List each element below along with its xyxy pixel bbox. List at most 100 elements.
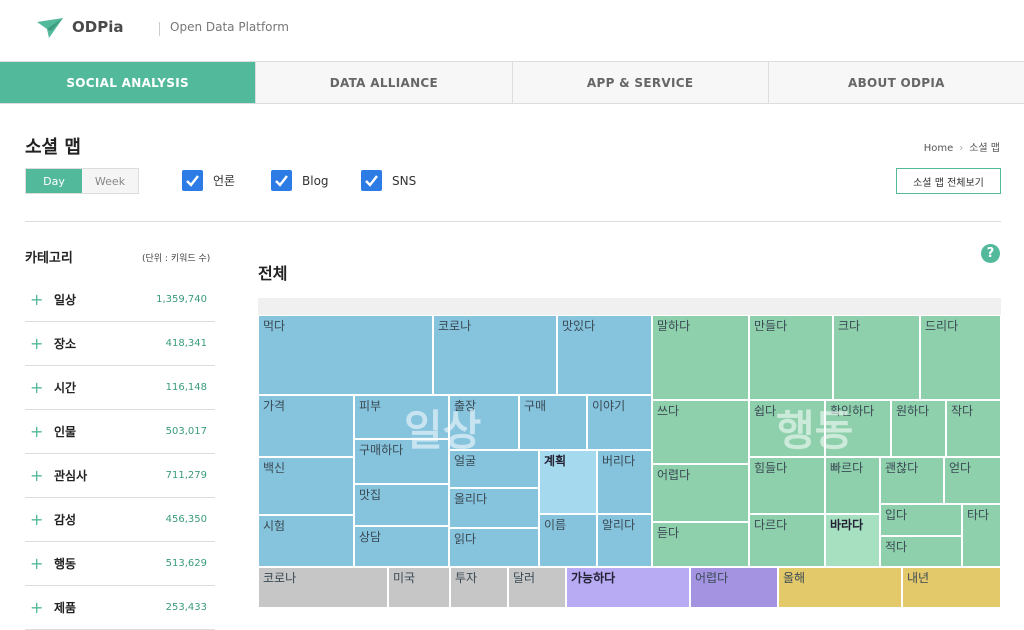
treemap-cell[interactable]: 크다 — [833, 315, 920, 400]
period-day-button[interactable]: Day — [26, 169, 82, 193]
treemap-cell[interactable]: 드리다 — [920, 315, 1001, 400]
treemap-cell[interactable]: 알리다 — [597, 514, 652, 567]
category-item[interactable]: + 시간 116,148 — [25, 366, 215, 410]
treemap-cell[interactable]: 맛있다 — [557, 315, 652, 395]
category-item[interactable]: + 관심사 711,279 — [25, 454, 215, 498]
category-item[interactable]: + 행동 513,629 — [25, 542, 215, 586]
treemap-cell[interactable]: 듣다 — [652, 522, 749, 567]
treemap-cell[interactable]: 내년 — [902, 567, 1001, 608]
treemap-cell[interactable]: 다르다 — [749, 514, 825, 567]
logo-subtitle: Open Data Platform — [170, 20, 289, 34]
treemap: 먹다 코로나 맛있다 가격 피부 출장 구매 이야기 구매하다 백신 얼굴 계획… — [258, 315, 1001, 608]
source-label-sns: SNS — [392, 173, 417, 188]
source-checkbox-press[interactable]: 언론 — [182, 170, 235, 191]
treemap-cell[interactable]: 가능하다 — [566, 567, 690, 608]
plus-icon: + — [30, 554, 44, 573]
checkbox-checked-icon — [271, 170, 292, 191]
nav-social-analysis[interactable]: SOCIAL ANALYSIS — [0, 62, 257, 103]
category-count: 1,359,740 — [156, 294, 207, 305]
treemap-cell[interactable]: 맛집 — [354, 484, 449, 526]
treemap-cell[interactable]: 쉽다 — [749, 400, 825, 457]
treemap-cell[interactable]: 피부 — [354, 395, 449, 439]
treemap-cell[interactable]: 빠르다 — [825, 457, 880, 514]
treemap-header-bar — [258, 298, 1001, 315]
plus-icon: + — [30, 334, 44, 353]
treemap-cell[interactable]: 출장 — [449, 395, 519, 450]
treemap-cell[interactable]: 계획 — [539, 450, 597, 514]
category-unit: (단위 : 키워드 수) — [142, 254, 211, 264]
treemap-cell[interactable]: 이름 — [539, 514, 597, 567]
category-name: 장소 — [54, 337, 77, 351]
treemap-cell[interactable]: 얻다 — [944, 457, 1001, 504]
treemap-cell[interactable]: 적다 — [880, 536, 962, 567]
treemap-cell[interactable]: 백신 — [258, 457, 354, 515]
nav-about-odpia[interactable]: ABOUT ODPIA — [769, 62, 1024, 103]
treemap-cell[interactable]: 미국 — [388, 567, 450, 608]
header: ODPia Open Data Platform — [0, 0, 1024, 61]
treemap-cell[interactable]: 얼굴 — [449, 450, 539, 488]
source-checkbox-sns[interactable]: SNS — [361, 170, 416, 191]
treemap-cell[interactable]: 시험 — [258, 515, 354, 567]
treemap-cell[interactable]: 구매 — [519, 395, 587, 450]
treemap-cell[interactable]: 달러 — [508, 567, 566, 608]
paper-plane-icon — [37, 18, 63, 38]
category-item[interactable]: + 일상 1,359,740 — [25, 278, 215, 322]
treemap-cell[interactable]: 어렵다 — [690, 567, 778, 608]
nav-data-alliance[interactable]: DATA ALLIANCE — [256, 62, 513, 103]
treemap-cell[interactable]: 코로나 — [258, 567, 388, 608]
treemap-cell[interactable]: 먹다 — [258, 315, 433, 395]
chevron-right-icon: › — [959, 143, 964, 154]
full-view-button[interactable]: 소셜 맵 전체보기 — [896, 168, 1001, 194]
treemap-cell[interactable]: 이야기 — [587, 395, 652, 450]
logo-divider — [159, 22, 160, 36]
plus-icon: + — [30, 466, 44, 485]
treemap-cell[interactable]: 투자 — [450, 567, 508, 608]
treemap-cell[interactable]: 힘들다 — [749, 457, 825, 514]
period-week-button[interactable]: Week — [82, 169, 138, 193]
category-name: 행동 — [54, 557, 77, 571]
treemap-cell[interactable]: 가격 — [258, 395, 354, 457]
treemap-cell[interactable]: 구매하다 — [354, 439, 449, 484]
plus-icon: + — [30, 510, 44, 529]
category-name: 관심사 — [54, 469, 88, 483]
treemap-cell[interactable]: 만들다 — [749, 315, 833, 400]
treemap-cell[interactable]: 읽다 — [449, 528, 539, 567]
treemap-cell[interactable]: 상담 — [354, 526, 449, 567]
source-checkbox-blog[interactable]: Blog — [271, 170, 329, 191]
category-count: 456,350 — [165, 514, 207, 525]
category-name: 감성 — [54, 513, 77, 527]
help-icon[interactable]: ? — [981, 244, 1000, 263]
category-item[interactable]: + 인물 503,017 — [25, 410, 215, 454]
section-divider — [25, 221, 1001, 222]
nav-app-service[interactable]: APP & SERVICE — [513, 62, 769, 103]
treemap-cell[interactable]: 바라다 — [825, 514, 880, 567]
page-title: 소셜 맵 — [25, 137, 81, 158]
category-count: 116,148 — [165, 382, 207, 393]
treemap-cell[interactable]: 말하다 — [652, 315, 749, 400]
category-name: 인물 — [54, 425, 77, 439]
treemap-cell[interactable]: 괜찮다 — [880, 457, 944, 504]
treemap-cell[interactable]: 작다 — [946, 400, 1001, 457]
source-label-blog: Blog — [302, 173, 329, 188]
breadcrumb-home[interactable]: Home — [924, 143, 954, 154]
plus-icon: + — [30, 378, 44, 397]
treemap-cell[interactable]: 쓰다 — [652, 400, 749, 464]
treemap-cell[interactable]: 어렵다 — [652, 464, 749, 522]
category-count: 418,341 — [165, 338, 207, 349]
treemap-cell[interactable]: 코로나 — [433, 315, 557, 395]
treemap-cell[interactable]: 확인하다 — [825, 400, 891, 457]
checkbox-checked-icon — [361, 170, 382, 191]
treemap-cell[interactable]: 올해 — [778, 567, 902, 608]
treemap-cell[interactable]: 올리다 — [449, 488, 539, 528]
plus-icon: + — [30, 422, 44, 441]
logo-text[interactable]: ODPia — [72, 18, 123, 36]
category-item[interactable]: + 감성 456,350 — [25, 498, 215, 542]
treemap-cell[interactable]: 입다 — [880, 504, 962, 536]
treemap-cell[interactable]: 버리다 — [597, 450, 652, 514]
category-list: + 일상 1,359,740 + 장소 418,341 + 시간 116,148 + 인물 50… — [25, 278, 215, 630]
category-item[interactable]: + 장소 418,341 — [25, 322, 215, 366]
category-item[interactable]: + 제품 253,433 — [25, 586, 215, 630]
main-nav: SOCIAL ANALYSIS DATA ALLIANCE APP & SERV… — [0, 61, 1024, 104]
treemap-cell[interactable]: 원하다 — [891, 400, 946, 457]
treemap-cell[interactable]: 타다 — [962, 504, 1001, 567]
